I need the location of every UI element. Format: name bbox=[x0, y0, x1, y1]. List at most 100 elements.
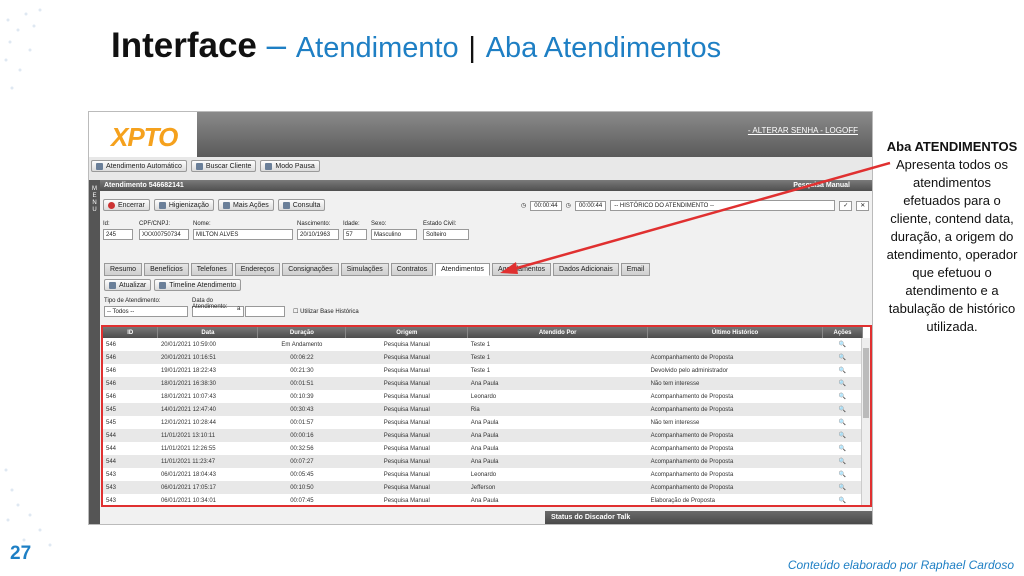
save-history-checkbox[interactable]: ✓ bbox=[839, 200, 853, 211]
marital-select[interactable]: Solteiro bbox=[423, 229, 469, 240]
table-row[interactable]: 543 06/01/2021 17:05:17 00:10:50 Pesquisa M… bbox=[103, 481, 863, 494]
tab-resumo[interactable]: Resumo bbox=[104, 263, 143, 276]
callout-title: Aba ATENDIMENTOS bbox=[886, 139, 1018, 154]
birth-input[interactable]: 20/10/1963 bbox=[297, 229, 339, 240]
date-to-input[interactable] bbox=[245, 306, 285, 317]
checkbox[interactable]: ☐ bbox=[293, 309, 298, 315]
tab-contratos[interactable]: Contratos bbox=[390, 263, 434, 276]
pause-mode-button[interactable]: Modo Pausa bbox=[260, 160, 320, 172]
table-row[interactable]: 544 11/01/2021 13:10:11 00:00:16 Pesquisa M… bbox=[103, 429, 863, 442]
table-cell: 11/01/2021 13:10:11 bbox=[157, 429, 258, 442]
col-origem[interactable]: Origem bbox=[345, 327, 469, 338]
table-row[interactable]: 544 11/01/2021 12:26:55 00:32:56 Pesquisa M… bbox=[103, 442, 863, 455]
view-details-icon[interactable]: 🔍 bbox=[822, 351, 863, 364]
table-cell: 06/01/2021 10:34:01 bbox=[160, 497, 217, 504]
table-row[interactable]: 546 20/01/2021 10:59:00 Em Andamento Pesqui… bbox=[103, 338, 863, 351]
tab-telefones[interactable]: Telefones bbox=[190, 263, 233, 276]
table-cell: 18/01/2021 10:07:43 bbox=[160, 393, 217, 400]
historic-base-option[interactable]: ☐ Utilizar Base Histórica bbox=[293, 308, 359, 315]
table-cell: Pesquisa Manual bbox=[383, 419, 430, 426]
query-button[interactable]: Consulta bbox=[277, 199, 326, 211]
table-row[interactable]: 546 19/01/2021 18:22:43 00:21:30 Pesquisa M… bbox=[103, 364, 863, 377]
col-ultimo-historico[interactable]: Último Histórico bbox=[647, 327, 823, 338]
tab-consignacoes[interactable]: Consignações bbox=[282, 263, 339, 276]
col-data[interactable]: Data bbox=[157, 327, 259, 338]
col-id[interactable]: ID bbox=[103, 327, 159, 338]
tab-agendamentos[interactable]: Agendamentos bbox=[491, 263, 552, 276]
grid-body: 546 20/01/2021 10:59:00 Em Andamento Pesqui… bbox=[103, 338, 863, 505]
refresh-button[interactable]: Atualizar bbox=[104, 279, 152, 291]
grid-scrollbar[interactable] bbox=[861, 338, 870, 505]
type-select[interactable]: -- Todos -- bbox=[104, 306, 188, 317]
table-cell: Pesquisa Manual bbox=[345, 351, 468, 364]
table-cell: Ana Paula bbox=[467, 377, 648, 390]
table-cell: Elaboração de Proposta bbox=[650, 497, 715, 504]
table-row[interactable]: 543 06/01/2021 10:34:01 00:07:45 Pesquisa M… bbox=[103, 494, 863, 505]
tab-bar: Resumo Benefícios Telefones Endereços Co… bbox=[104, 263, 651, 276]
view-details-icon[interactable]: 🔍 bbox=[822, 390, 862, 403]
view-details-icon[interactable]: 🔍 bbox=[822, 338, 862, 351]
id-input[interactable]: 245 bbox=[103, 229, 133, 240]
search-client-button[interactable]: Buscar Cliente bbox=[190, 160, 257, 172]
name-input[interactable]: MILTON ALVES bbox=[193, 229, 293, 240]
panel-user: Pesquisa Manual bbox=[793, 182, 850, 189]
title-dash: – bbox=[266, 26, 287, 65]
view-details-icon[interactable]: 🔍 bbox=[822, 416, 862, 429]
table-row[interactable]: 546 18/01/2021 10:07:43 00:10:39 Pesquisa M… bbox=[103, 390, 863, 403]
table-row[interactable]: 546 20/01/2021 10:16:51 00:06:22 Pesquisa M… bbox=[103, 351, 863, 364]
end-button[interactable]: Encerrar bbox=[103, 199, 150, 211]
pause-icon bbox=[265, 162, 273, 170]
field-marital: Estado Civil: Solteiro bbox=[423, 221, 469, 240]
tab-enderecos[interactable]: Endereços bbox=[234, 263, 281, 276]
auto-service-button[interactable]: Atendimento Automático bbox=[91, 160, 187, 172]
view-details-icon[interactable]: 🔍 bbox=[822, 494, 862, 505]
dialer-status-bar[interactable]: Status do Discador Talk bbox=[545, 511, 872, 524]
sex-select[interactable]: Masculino bbox=[371, 229, 417, 240]
account-links[interactable]: - ALTERAR SENHA - LOGOFF bbox=[748, 126, 858, 135]
view-details-icon[interactable]: 🔍 bbox=[822, 455, 863, 468]
table-row[interactable]: 543 06/01/2021 18:04:43 00:05:45 Pesquisa M… bbox=[103, 468, 863, 481]
search-icon bbox=[195, 162, 203, 170]
view-details-icon[interactable]: 🔍 bbox=[822, 377, 863, 390]
table-cell: 00:01:57 bbox=[290, 419, 314, 426]
cpf-input[interactable]: XXX00750734 bbox=[139, 229, 189, 240]
tab-atendimentos[interactable]: Atendimentos bbox=[435, 263, 490, 276]
cleanup-button[interactable]: Higienização bbox=[153, 199, 214, 211]
tab-simulacoes[interactable]: Simulações bbox=[340, 263, 389, 276]
table-row[interactable]: 546 18/01/2021 16:38:30 00:01:51 Pesquisa M… bbox=[103, 377, 863, 390]
close-icon[interactable]: ✕ bbox=[856, 200, 870, 211]
menu-vertical-tab[interactable]: MENU bbox=[89, 180, 100, 524]
tab-dados-adicionais[interactable]: Dados Adicionais bbox=[553, 263, 619, 276]
table-row[interactable]: 545 14/01/2021 12:47:40 00:30:43 Pesquisa M… bbox=[103, 403, 863, 416]
table-cell: Em Andamento bbox=[281, 341, 323, 348]
scroll-thumb[interactable] bbox=[863, 348, 869, 418]
tab-email[interactable]: Email bbox=[620, 263, 651, 276]
table-row[interactable]: 544 11/01/2021 11:23:47 00:07:27 Pesquisa M… bbox=[103, 455, 863, 468]
table-cell: 12/01/2021 10:28:44 bbox=[160, 419, 217, 426]
stop-icon bbox=[108, 201, 115, 209]
table-cell: 543 bbox=[106, 471, 117, 478]
view-details-icon[interactable]: 🔍 bbox=[822, 468, 862, 481]
service-panel: MENU Atendimento 546682141 Pesquisa Manu… bbox=[89, 180, 872, 524]
age-input[interactable]: 57 bbox=[343, 229, 367, 240]
view-details-icon[interactable]: 🔍 bbox=[822, 364, 862, 377]
col-atendido-por[interactable]: Atendido Por bbox=[467, 327, 649, 338]
more-actions-button[interactable]: Mais Ações bbox=[217, 199, 274, 211]
table-cell: 20/01/2021 10:59:00 bbox=[160, 341, 217, 348]
table-cell: 20/01/2021 10:16:51 bbox=[157, 351, 258, 364]
tab-beneficios[interactable]: Benefícios bbox=[144, 263, 189, 276]
table-cell: Jefferson bbox=[467, 481, 648, 494]
callout-box: Aba ATENDIMENTOS Apresenta todos os aten… bbox=[884, 138, 1020, 336]
view-details-icon[interactable]: 🔍 bbox=[822, 481, 863, 494]
table-cell: 543 bbox=[103, 481, 158, 494]
table-cell: Acompanhamento de Proposta bbox=[650, 393, 734, 400]
table-row[interactable]: 545 12/01/2021 10:28:44 00:01:57 Pesquisa M… bbox=[103, 416, 863, 429]
view-details-icon[interactable]: 🔍 bbox=[822, 429, 863, 442]
table-cell: 11/01/2021 12:26:55 bbox=[160, 445, 216, 452]
view-details-icon[interactable]: 🔍 bbox=[822, 403, 863, 416]
timeline-button[interactable]: Timeline Atendimento bbox=[154, 279, 242, 291]
view-details-icon[interactable]: 🔍 bbox=[822, 442, 862, 455]
col-duracao[interactable]: Duração bbox=[257, 327, 347, 338]
table-cell: Pesquisa Manual bbox=[345, 429, 468, 442]
history-select[interactable]: -- HISTÓRICO DO ATENDIMENTO -- bbox=[610, 200, 836, 211]
